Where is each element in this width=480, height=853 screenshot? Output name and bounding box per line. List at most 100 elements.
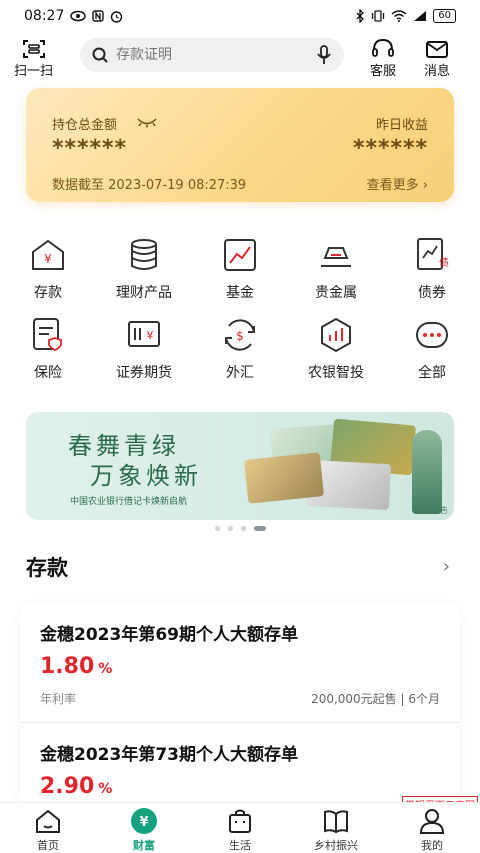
tab-label: 财富 (133, 839, 155, 852)
search-input[interactable] (116, 47, 316, 63)
grid-item-bond[interactable]: 债 债券 (384, 236, 480, 302)
tab-home[interactable]: 首页 (0, 807, 96, 853)
securities-icon: ¥ (128, 321, 160, 347)
svg-text:$: $ (236, 329, 244, 343)
asset-card[interactable]: 持仓总金额 昨日收益 ****** ****** 数据截至 2023-07-19… (26, 88, 454, 202)
chevron-right-icon[interactable]: › (443, 556, 450, 577)
tab-label: 乡村振兴 (314, 839, 358, 852)
view-more-label: 查看更多 (366, 178, 419, 193)
view-more-link[interactable]: 查看更多 › (367, 174, 428, 193)
product-name[interactable]: 金穗2023年第69期个人大额存单 (40, 620, 298, 645)
svg-text:¥: ¥ (139, 815, 148, 830)
wealth-tab-icon: ¥ (131, 808, 157, 834)
person-icon (419, 809, 445, 834)
eye-icon (70, 10, 87, 22)
svg-text:债: 债 (439, 256, 449, 269)
banner-pagination (0, 526, 480, 531)
tab-label: 我的 (421, 839, 443, 852)
status-time: 08:27 (24, 8, 65, 24)
insurance-icon (33, 318, 62, 351)
grid-label: 全部 (418, 365, 446, 381)
scan-icon (22, 40, 45, 58)
signal-icon (414, 11, 427, 21)
grid-label: 贵金属 (315, 285, 357, 301)
service-label: 客服 (370, 64, 397, 79)
grid-item-precious-metal[interactable]: 贵金属 (288, 236, 384, 302)
eye-hidden-icon[interactable] (136, 116, 158, 128)
vibrate-icon (372, 10, 385, 22)
microphone-icon[interactable] (316, 45, 332, 65)
bank-card-image-landscape (243, 452, 325, 504)
deposit-icon: ¥ (32, 239, 64, 270)
rate-label: 年利率 (40, 692, 77, 706)
grid-item-securities[interactable]: ¥ 证券期货 (96, 316, 192, 382)
product-rate: 1.80% (40, 654, 112, 679)
main-content: 持仓总金额 昨日收益 ****** ****** 数据截至 2023-07-19… (0, 82, 480, 802)
deposit-section-title: 存款 (26, 556, 68, 580)
grid-item-deposit[interactable]: ¥ 存款 (0, 236, 96, 302)
bond-icon: 债 (417, 238, 449, 270)
grid-label: 债券 (418, 285, 446, 301)
search-icon (92, 47, 108, 63)
dancer-illustration (412, 430, 442, 514)
tab-label: 生活 (229, 839, 251, 852)
banner-subtitle: 中国农业银行借记卡焕新启航 (70, 497, 188, 507)
yesterday-income-value: ****** (352, 136, 428, 161)
rate-unit: % (98, 781, 113, 797)
svg-text:¥: ¥ (147, 329, 154, 342)
product-rate: 2.90% (40, 774, 112, 799)
promo-banner[interactable]: 春舞青绿 万象焕新 中国农业银行借记卡焕新启航 广告 (26, 412, 454, 520)
home-icon (36, 809, 60, 833)
divider (20, 722, 460, 723)
total-assets-label: 持仓总金额 (52, 118, 118, 133)
rate-value: 1.80 (40, 654, 95, 679)
grid-item-smart-invest[interactable]: 农银智投 (288, 316, 384, 382)
chevron-right-icon: › (422, 178, 428, 193)
rate-unit: % (98, 661, 113, 677)
tab-label: 首页 (37, 839, 59, 852)
tab-rural-revitalization[interactable]: 乡村振兴 (288, 807, 384, 853)
pagination-dot[interactable] (214, 526, 220, 531)
grid-label: 证券期货 (116, 365, 172, 381)
yesterday-income-label: 昨日收益 (375, 118, 428, 133)
message-label: 消息 (424, 64, 451, 79)
bluetooth-icon (356, 9, 365, 23)
grid-label: 农银智投 (308, 365, 364, 381)
grid-item-all[interactable]: 全部 (384, 316, 480, 382)
scan-button[interactable]: 扫一扫 (14, 38, 53, 79)
forex-icon: $ (225, 319, 255, 351)
grid-label: 理财产品 (116, 285, 172, 301)
grid-item-insurance[interactable]: 保险 (0, 316, 96, 382)
gold-icon (321, 247, 351, 267)
tab-life[interactable]: 生活 (192, 807, 288, 853)
ad-tag: 广告 (432, 506, 448, 515)
bag-icon (229, 809, 251, 833)
customer-service-button[interactable]: 客服 (370, 38, 396, 79)
pagination-dot[interactable] (227, 526, 233, 531)
grid-item-fund[interactable]: 基金 (192, 236, 288, 302)
total-assets-value: ****** (52, 136, 128, 161)
wifi-icon (391, 10, 407, 22)
deposit-product-list: 金穗2023年第69期个人大额存单 1.80% 年利率 200,000元起售 |… (20, 602, 460, 802)
grid-label: 保险 (34, 365, 62, 381)
search-box[interactable] (80, 38, 344, 72)
battery-indicator: 60 (433, 9, 456, 23)
wealth-icon (131, 239, 157, 270)
nfc-icon (92, 10, 105, 22)
message-button[interactable]: 消息 (424, 38, 450, 79)
data-date: 数据截至 2023-07-19 08:27:39 (52, 178, 247, 193)
grid-item-wealth-products[interactable]: 理财产品 (96, 236, 192, 302)
product-name[interactable]: 金穗2023年第73期个人大额存单 (40, 740, 298, 765)
more-icon (416, 322, 448, 348)
banner-title-line2: 万象焕新 (90, 462, 202, 490)
bottom-tab-bar: 首页 ¥ 财富 生活 乡村振兴 我的 (0, 802, 480, 853)
svg-text:¥: ¥ (44, 252, 52, 266)
smart-invest-icon (321, 317, 351, 353)
tab-wealth[interactable]: ¥ 财富 (96, 807, 192, 853)
grid-item-forex[interactable]: $ 外汇 (192, 316, 288, 382)
rate-value: 2.90 (40, 774, 95, 799)
pagination-dot[interactable] (240, 526, 246, 531)
tab-mine[interactable]: 我的 (384, 807, 480, 853)
pagination-dot-active[interactable] (253, 526, 266, 531)
book-icon (324, 810, 348, 834)
